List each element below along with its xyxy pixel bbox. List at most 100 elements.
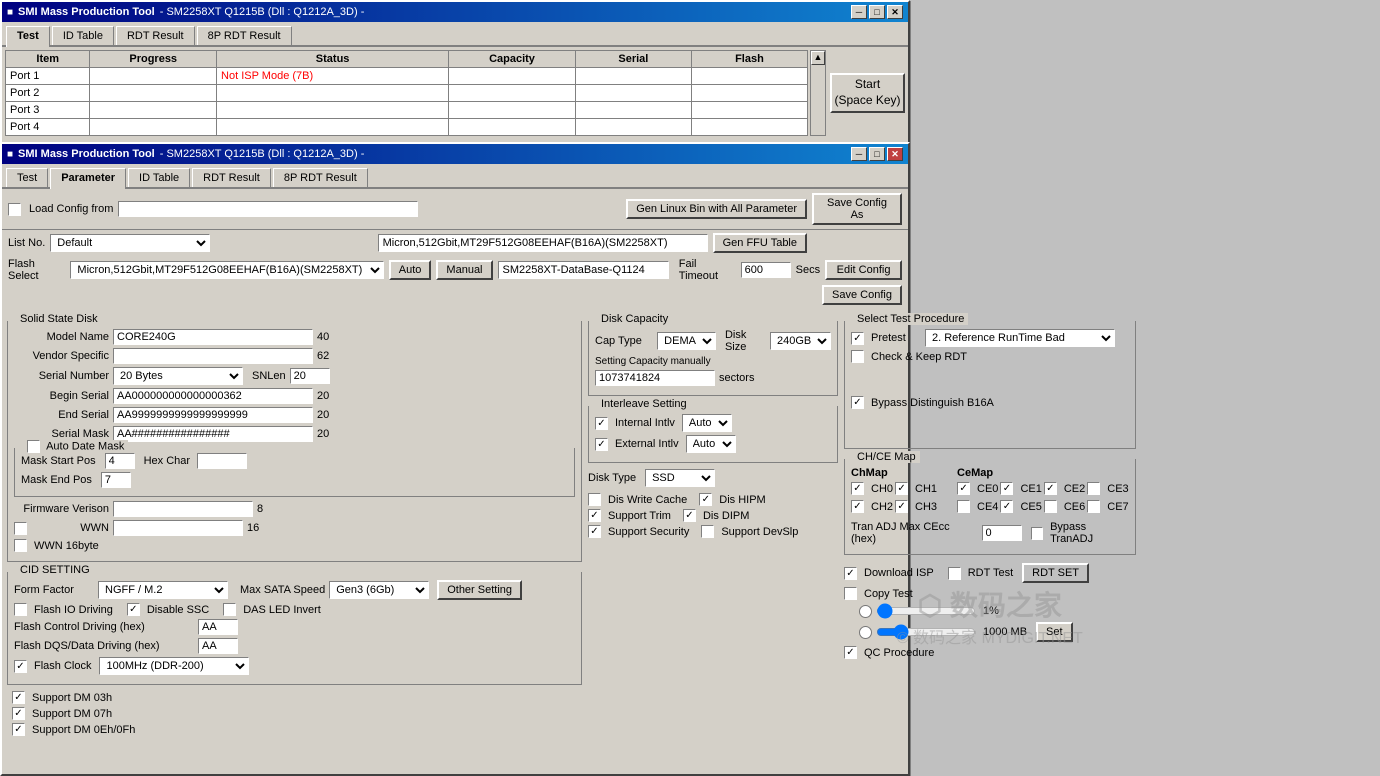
flash-clock-select[interactable]: 100MHz (DDR-200) [99,657,249,675]
ce5-checkbox[interactable]: ✓ [1000,500,1013,513]
start-button[interactable]: Start(Space Key) [830,73,905,113]
begin-serial-input[interactable] [113,388,313,404]
maximize-btn-2[interactable]: □ [869,147,885,161]
load-config-input[interactable] [118,201,418,217]
save-config-btn[interactable]: Save Config [822,285,902,305]
disk-size-select[interactable]: 240GB [770,332,831,350]
close-btn-2[interactable]: ✕ [887,147,903,161]
ch0-checkbox[interactable]: ✓ [851,482,864,495]
support-dm-0eh-checkbox[interactable]: ✓ [12,723,25,736]
external-intlv-select[interactable]: Auto [686,435,736,453]
cap-type-select[interactable]: DEMA [657,332,716,350]
close-btn-1[interactable]: ✕ [887,5,903,19]
auto-date-mask-checkbox[interactable] [27,440,40,453]
minimize-btn-2[interactable]: ─ [851,147,867,161]
external-intlv-checkbox[interactable]: ✓ [595,438,608,451]
copy-size-radio[interactable] [859,626,872,639]
copy-progress-radio1[interactable] [859,605,872,618]
ch3-checkbox[interactable]: ✓ [895,500,908,513]
serial-mask-input[interactable] [113,426,313,442]
progress-slider-1[interactable] [876,603,976,619]
pretest-select[interactable]: 2. Reference RunTime Bad [925,329,1115,347]
copy-test-checkbox[interactable] [844,587,857,600]
setting-capacity-input[interactable] [595,370,715,386]
form-factor-select[interactable]: NGFF / M.2 [98,581,228,599]
mask-end-pos-input[interactable] [101,472,131,488]
disable-ssc-checkbox[interactable]: ✓ [127,603,140,616]
download-isp-checkbox[interactable]: ✓ [844,567,857,580]
gen-ffu-btn[interactable]: Gen FFU Table [713,233,807,253]
mask-start-pos-input[interactable] [105,453,135,469]
support-dm-03h-checkbox[interactable]: ✓ [12,691,25,704]
das-led-checkbox[interactable] [223,603,236,616]
ce3-checkbox[interactable] [1087,482,1100,495]
tab-8p-rdt-2[interactable]: 8P RDT Result [273,168,368,187]
model-name-input[interactable] [113,329,313,345]
tab-parameter-2[interactable]: Parameter [50,168,126,189]
list-no-select[interactable]: Default [50,234,210,252]
ch1-checkbox[interactable]: ✓ [895,482,908,495]
dis-write-cache-checkbox[interactable] [588,493,601,506]
qc-procedure-checkbox[interactable]: ✓ [844,646,857,659]
edit-config-btn[interactable]: Edit Config [825,260,902,280]
save-config-as-btn[interactable]: Save Config As [812,193,902,225]
hex-char-input[interactable] [197,453,247,469]
wwn-checkbox[interactable] [14,522,27,535]
rdt-test-checkbox[interactable] [948,567,961,580]
ce0-checkbox[interactable]: ✓ [957,482,970,495]
ce6-checkbox[interactable] [1044,500,1057,513]
gen-linux-btn[interactable]: Gen Linux Bin with All Parameter [626,199,807,219]
tab-rdt-2[interactable]: RDT Result [192,168,271,187]
internal-intlv-select[interactable]: Auto [682,414,732,432]
support-devsip-checkbox[interactable] [701,525,714,538]
flash-clock-checkbox[interactable]: ✓ [14,660,27,673]
serial-number-select[interactable]: 20 Bytes [113,367,243,385]
end-serial-input[interactable] [113,407,313,423]
rdt-set-btn[interactable]: RDT SET [1022,563,1089,583]
scroll-up-btn-1[interactable]: ▲ [811,51,825,65]
maximize-btn-1[interactable]: □ [869,5,885,19]
wwn-16byte-checkbox[interactable] [14,539,27,552]
check-keep-rdt-checkbox[interactable] [851,350,864,363]
vendor-specific-input[interactable] [113,348,313,364]
load-config-checkbox[interactable] [8,203,21,216]
set-btn[interactable]: Set [1036,622,1073,642]
manual-btn[interactable]: Manual [436,260,492,280]
tab-rdt-1[interactable]: RDT Result [116,26,195,45]
ce7-checkbox[interactable] [1087,500,1100,513]
snlen-input[interactable] [290,368,330,384]
flash-select-dropdown[interactable]: Micron,512Gbit,MT29F512G08EEHAF(B16A)(SM… [70,261,383,279]
tab-test-1[interactable]: Test [6,26,50,47]
support-security-checkbox[interactable]: ✓ [588,525,601,538]
tab-idtable-2[interactable]: ID Table [128,168,190,187]
tab-idtable-1[interactable]: ID Table [52,26,114,45]
tab-8p-rdt-1[interactable]: 8P RDT Result [197,26,292,45]
ch2-checkbox[interactable]: ✓ [851,500,864,513]
disk-type-select[interactable]: SSD [645,469,715,487]
minimize-btn-1[interactable]: ─ [851,5,867,19]
ce4-checkbox[interactable] [957,500,970,513]
scrollbar-1[interactable]: ▲ [810,50,826,136]
dis-dipm-checkbox[interactable]: ✓ [683,509,696,522]
other-setting-btn[interactable]: Other Setting [437,580,522,600]
fail-timeout-input[interactable] [741,262,791,278]
internal-intlv-checkbox[interactable]: ✓ [595,417,608,430]
bypass-tranadj-checkbox[interactable] [1031,527,1044,540]
flash-dqs-input[interactable] [198,638,238,654]
tran-adj-input[interactable] [982,525,1022,541]
flash-io-driving-checkbox[interactable] [14,603,27,616]
tab-test-2[interactable]: Test [6,168,48,187]
support-dm-07h-checkbox[interactable]: ✓ [12,707,25,720]
pretest-checkbox[interactable]: ✓ [851,332,864,345]
dis-hipm-checkbox[interactable]: ✓ [699,493,712,506]
progress-slider-2[interactable] [876,624,976,640]
ce1-checkbox[interactable]: ✓ [1000,482,1013,495]
firmware-version-input[interactable] [113,501,253,517]
support-trim-checkbox[interactable]: ✓ [588,509,601,522]
max-sata-speed-select[interactable]: Gen3 (6Gb) [329,581,429,599]
wwn-input[interactable] [113,520,243,536]
flash-control-input[interactable] [198,619,238,635]
bypass-b16a-checkbox[interactable]: ✓ [851,396,864,409]
ce2-checkbox[interactable]: ✓ [1044,482,1057,495]
auto-btn[interactable]: Auto [389,260,432,280]
